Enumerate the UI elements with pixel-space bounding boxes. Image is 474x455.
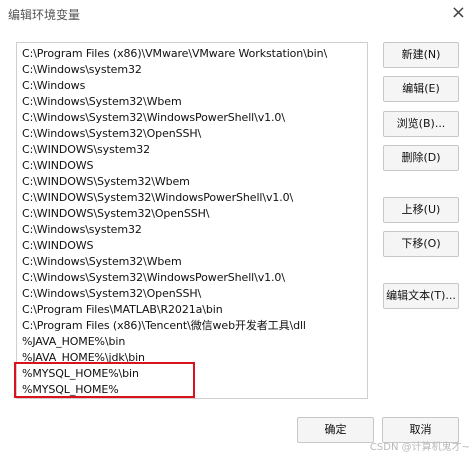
watermark: CSDN @计算机鬼才~	[369, 442, 470, 453]
list-item[interactable]: C:\Windows\System32\Wbem	[17, 254, 367, 270]
list-item[interactable]: %JAVA_HOME%\bin	[17, 334, 367, 350]
list-item[interactable]: C:\WINDOWS\System32\WindowsPowerShell\v1…	[17, 190, 367, 206]
delete-button[interactable]: 删除(D)	[383, 145, 459, 171]
new-button[interactable]: 新建(N)	[383, 42, 459, 68]
list-item[interactable]: C:\Windows\system32	[17, 62, 367, 78]
list-item[interactable]: C:\Windows\System32\OpenSSH\	[17, 286, 367, 302]
path-list[interactable]: C:\Program Files (x86)\VMware\VMware Wor…	[16, 42, 368, 399]
move-down-button[interactable]: 下移(O)	[383, 231, 459, 257]
list-item[interactable]: C:\WINDOWS\System32\Wbem	[17, 174, 367, 190]
list-item[interactable]: C:\Windows\system32	[17, 222, 367, 238]
list-item[interactable]: %MYSQL_HOME%\bin	[17, 366, 367, 382]
title-bar: 编辑环境变量 ×	[0, 0, 474, 26]
list-item[interactable]: C:\WINDOWS	[17, 238, 367, 254]
browse-button[interactable]: 浏览(B)...	[383, 111, 459, 137]
list-item[interactable]: C:\Program Files (x86)\Tencent\微信web开发者工…	[17, 318, 367, 334]
list-item[interactable]: C:\Windows\System32\WindowsPowerShell\v1…	[17, 270, 367, 286]
edit-environment-variable-dialog: 编辑环境变量 × C:\Program Files (x86)\VMware\V…	[0, 0, 474, 455]
close-icon[interactable]: ×	[451, 2, 466, 23]
list-item[interactable]: C:\Windows\System32\Wbem	[17, 94, 367, 110]
edit-button[interactable]: 编辑(E)	[383, 76, 459, 102]
ok-button[interactable]: 确定	[297, 417, 374, 443]
list-item[interactable]: C:\Windows\System32\WindowsPowerShell\v1…	[17, 110, 367, 126]
list-item[interactable]: C:\Program Files\MATLAB\R2021a\bin	[17, 302, 367, 318]
list-item[interactable]: C:\WINDOWS	[17, 158, 367, 174]
list-item[interactable]: C:\Windows\System32\OpenSSH\	[17, 126, 367, 142]
move-up-button[interactable]: 上移(U)	[383, 197, 459, 223]
list-item[interactable]: C:\WINDOWS\System32\OpenSSH\	[17, 206, 367, 222]
edit-text-button[interactable]: 编辑文本(T)...	[383, 283, 459, 309]
list-item[interactable]: C:\Windows	[17, 78, 367, 94]
dialog-title: 编辑环境变量	[8, 8, 81, 22]
list-item[interactable]: %JAVA_HOME%\jdk\bin	[17, 350, 367, 366]
list-item[interactable]: C:\WINDOWS\system32	[17, 142, 367, 158]
list-item[interactable]: %MYSQL_HOME%	[17, 382, 367, 398]
list-item[interactable]: C:\Program Files (x86)\VMware\VMware Wor…	[17, 46, 367, 62]
